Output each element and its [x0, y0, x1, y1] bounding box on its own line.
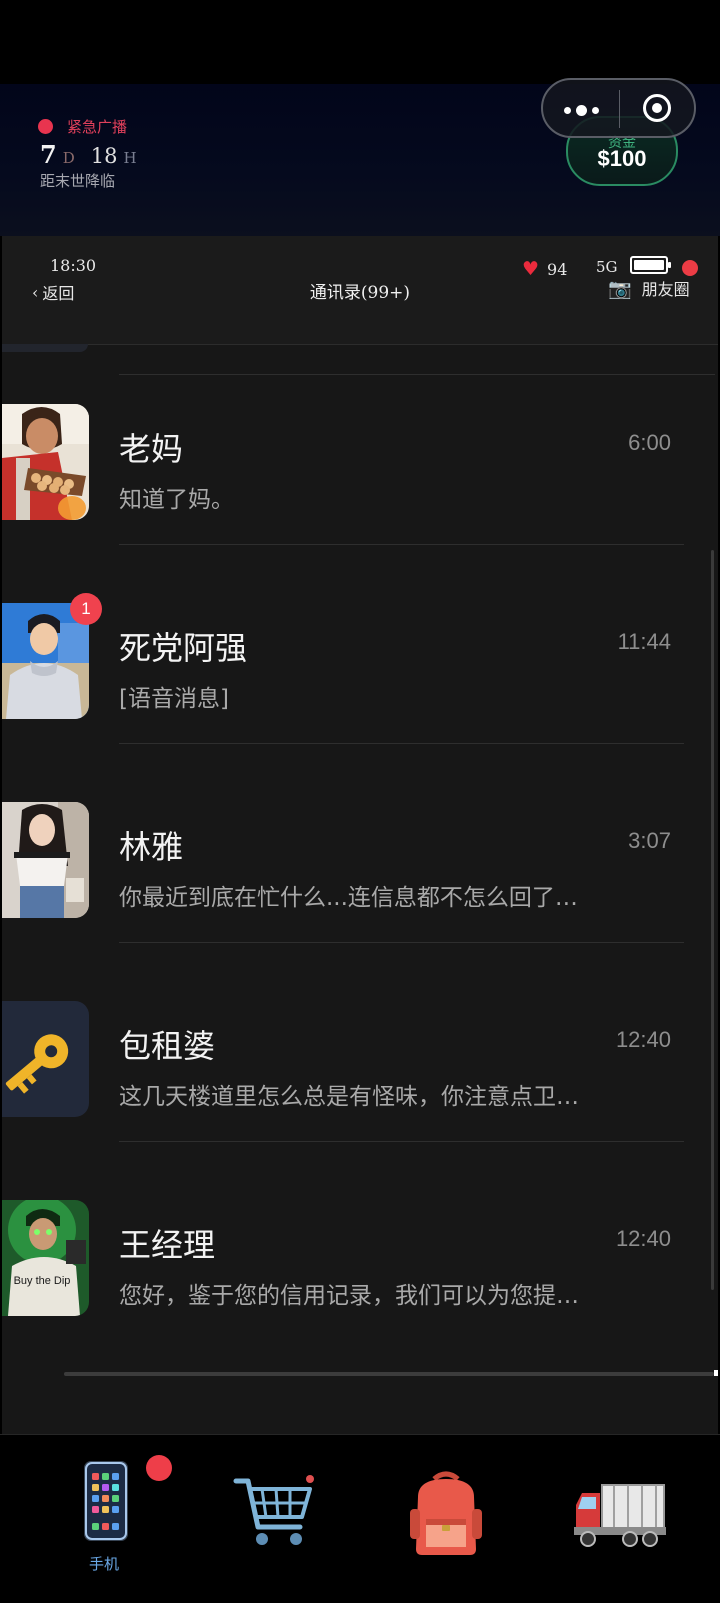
camera-icon: 📷: [608, 277, 632, 300]
message-preview: 你最近到底在忙什么...连信息都不怎么回了…: [119, 885, 578, 911]
mom-avatar: [2, 404, 89, 520]
contact-name: 林雅: [119, 828, 184, 866]
linya-avatar: [2, 802, 89, 918]
key-icon: [5, 1034, 69, 1094]
manager-wang-avatar: Buy the Dip: [2, 1200, 89, 1316]
top-blank-area: [0, 0, 720, 84]
mini-program-capsule: [541, 78, 696, 138]
contact-name: 王经理: [119, 1226, 216, 1264]
contact-name: 老妈: [119, 430, 184, 468]
more-options-icon[interactable]: [561, 95, 601, 125]
countdown-hours: 18: [90, 144, 118, 168]
countdown-caption: 距末世降临: [40, 172, 116, 190]
message-time: 6:00: [628, 430, 671, 455]
scrollbar-end-marker: [714, 1370, 718, 1376]
nav-truck[interactable]: [546, 1435, 720, 1603]
nav-phone[interactable]: 手机: [14, 1435, 194, 1603]
contact-name: 死党阿强: [119, 629, 248, 667]
moments-button[interactable]: 📷 朋友圈: [608, 276, 690, 300]
health-value: 94: [547, 259, 568, 279]
message-preview: 这几天楼道里怎么总是有怪味，你注意点卫…: [119, 1084, 579, 1110]
capsule-divider: [619, 90, 620, 128]
emergency-broadcast-label: 紧急广播: [67, 118, 128, 136]
funds-value: $100: [597, 146, 647, 171]
backpack-icon: [410, 1471, 482, 1555]
moments-label: 朋友圈: [641, 280, 690, 299]
horizontal-scrollbar[interactable]: [64, 1372, 714, 1376]
network-indicator: 5G: [596, 258, 618, 276]
health-indicator: ♥ 94: [522, 258, 567, 280]
shopping-cart-icon: [233, 1475, 314, 1545]
doomsday-countdown: 7 D 18 H: [40, 140, 137, 169]
contact-item-landlady[interactable]: 包租婆 12:40 这几天楼道里怎么总是有怪味，你注意点卫…: [2, 943, 718, 1142]
countdown-days: 7: [40, 140, 57, 169]
unread-badge: 1: [70, 593, 102, 625]
contact-item-aqiang[interactable]: 1 死党阿强 11:44 [语音消息]: [2, 545, 718, 744]
message-time: 12:40: [615, 1027, 671, 1052]
phone-status-bar: 18:30 ‹ 返回 通讯录(99+) ♥ 94 5G 📷 朋友圈: [2, 236, 718, 345]
alert-dot-icon: [38, 119, 53, 134]
landlady-avatar: [2, 1001, 89, 1117]
battery-icon: [630, 256, 671, 274]
status-time: 18:30: [50, 256, 97, 275]
heart-icon: ♥: [522, 258, 540, 280]
message-preview: 知道了妈。: [119, 487, 234, 513]
message-time: 11:44: [617, 629, 671, 654]
nav-shop[interactable]: [196, 1435, 376, 1603]
countdown-days-unit: D: [62, 149, 75, 167]
contact-name: 包租婆: [119, 1027, 216, 1065]
contact-item-mom[interactable]: 老妈 6:00 知道了妈。: [2, 346, 718, 545]
truck-icon: [574, 1484, 666, 1547]
contact-item-linya[interactable]: 林雅 3:07 你最近到底在忙什么...连信息都不怎么回了…: [2, 744, 718, 943]
message-preview: 您好，鉴于您的信用记录，我们可以为您提…: [119, 1283, 579, 1309]
message-time: 12:40: [615, 1226, 671, 1251]
phone-notification-dot: [146, 1455, 172, 1481]
nav-backpack[interactable]: [370, 1435, 550, 1603]
nav-phone-label: 手机: [88, 1555, 119, 1573]
countdown-hours-unit: H: [123, 149, 137, 167]
phone-screen: 18:30 ‹ 返回 通讯录(99+) ♥ 94 5G 📷 朋友圈 老妈 6:0…: [2, 236, 718, 1434]
contact-item-manager-wang[interactable]: Buy the Dip 王经理 12:40 您好，鉴于您的信用记录，我们可以为您…: [2, 1142, 718, 1340]
bottom-navigation: 手机: [0, 1434, 720, 1603]
contact-list[interactable]: 老妈 6:00 知道了妈。 1 死党阿强 11:44 [语音消息] 林雅 3:0…: [2, 344, 718, 1434]
avatar-shirt-text: Buy the Dip: [14, 1275, 71, 1287]
vertical-scrollbar[interactable]: [711, 550, 714, 1290]
emergency-broadcast[interactable]: 紧急广播: [38, 116, 127, 137]
moments-notification-dot: [682, 260, 698, 276]
close-mini-program-icon[interactable]: [643, 94, 671, 122]
message-preview: [语音消息]: [119, 686, 229, 712]
message-time: 3:07: [628, 828, 671, 853]
phone-icon: [84, 1461, 128, 1541]
